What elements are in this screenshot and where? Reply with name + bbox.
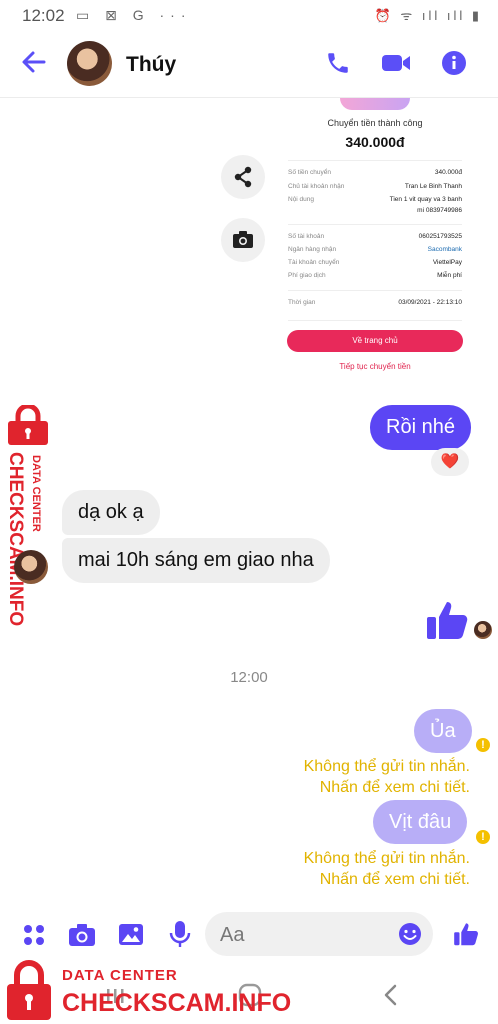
- receipt-label: Ngân hàng nhận: [288, 246, 337, 253]
- transfer-receipt-image[interactable]: Chuyển tiền thành công 340.000đ Số tiền …: [280, 98, 470, 398]
- info-icon[interactable]: [441, 50, 467, 76]
- thumbs-up-send-icon[interactable]: [453, 920, 479, 948]
- receipt-value: mi 0839749986: [417, 207, 462, 214]
- send-error-line2: Nhấn để xem chi tiết.: [319, 779, 470, 796]
- receipt-label: Phí giao dịch: [288, 272, 326, 279]
- receipt-decoration: [340, 98, 410, 110]
- back-arrow-icon[interactable]: [20, 48, 48, 76]
- status-time: 12:02: [22, 6, 65, 25]
- contact-avatar[interactable]: [67, 41, 112, 86]
- heart-icon: ❤️: [440, 453, 460, 470]
- receipt-value: Tien 1 vit quay va 3 banh: [389, 196, 462, 203]
- receipt-row: Số tài khoản 060251793525: [288, 233, 462, 243]
- status-bar: 12:02 ▭ ⊠ G ··· ⏰ ᯤ ıll ıll ▮: [0, 0, 498, 30]
- watermark-bottom-label: DATA CENTER: [62, 967, 178, 984]
- message-bubble-failed[interactable]: Ủa: [414, 709, 472, 753]
- heart-reaction[interactable]: ❤️: [431, 448, 469, 476]
- watermark-side-brand: CHECKSCAM.INFO: [5, 452, 26, 627]
- receipt-row: mi 0839749986: [288, 207, 462, 217]
- receipt-value: ViettelPay: [432, 259, 462, 266]
- video-call-icon[interactable]: [380, 50, 412, 76]
- receipt-label: Số tài khoản: [288, 233, 325, 240]
- save-image-button[interactable]: [221, 218, 265, 262]
- error-icon[interactable]: !: [476, 738, 490, 752]
- receipt-label: Số tiền chuyển: [288, 169, 332, 176]
- receipt-value: 340.000đ: [434, 169, 462, 176]
- receipt-row: Thời gian 03/09/2021 - 22:13:10: [288, 299, 462, 309]
- send-error-text[interactable]: Không thể gửi tin nhắn. Nhấn để xem chi …: [304, 848, 470, 890]
- contact-avatar-small[interactable]: [14, 550, 48, 584]
- like-sticker[interactable]: [425, 598, 469, 642]
- emoji-icon[interactable]: [398, 922, 422, 946]
- thumbs-up-icon: [427, 602, 468, 639]
- camera-icon: [233, 231, 253, 248]
- receipt-label: Nội dung: [288, 196, 315, 203]
- receipt-home-button: Về trang chủ: [287, 330, 463, 352]
- watermark-lock-icon: [4, 403, 52, 445]
- read-receipt-avatar: [474, 621, 492, 639]
- message-input-placeholder: Aa: [220, 924, 245, 946]
- status-app-icons: ▭ ⊠ G ···: [76, 7, 192, 23]
- send-error-line2: Nhấn để xem chi tiết.: [319, 871, 470, 888]
- phone-call-icon[interactable]: [325, 50, 351, 76]
- watermark-bottom-brand: CHECKSCAM.INFO: [62, 989, 292, 1017]
- camera-icon[interactable]: [68, 922, 96, 948]
- receipt-value: 03/09/2021 - 22:13:10: [398, 299, 462, 306]
- message-bubble-incoming[interactable]: dạ ok ạ: [62, 490, 160, 535]
- receipt-value: Miễn phí: [437, 272, 462, 279]
- receipt-label: Thời gian: [288, 299, 316, 306]
- receipt-value: 060251793525: [418, 233, 462, 240]
- receipt-row: Nội dung Tien 1 vit quay va 3 banh: [288, 196, 462, 206]
- receipt-divider: [288, 160, 462, 161]
- receipt-label: Tài khoản chuyển: [288, 259, 340, 266]
- send-error-line1: Không thể gửi tin nhắn.: [303, 758, 470, 775]
- receipt-status: Chuyển tiền thành công: [327, 118, 423, 128]
- microphone-icon[interactable]: [168, 920, 192, 950]
- share-icon: [234, 166, 252, 188]
- receipt-label: Chủ tài khoản nhận: [288, 183, 345, 190]
- error-icon[interactable]: !: [476, 830, 490, 844]
- receipt-divider: [288, 320, 462, 321]
- receipt-value: Tran Le Binh Thanh: [404, 183, 462, 190]
- receipt-divider: [288, 290, 462, 291]
- receipt-row: Tài khoản chuyển ViettelPay: [288, 259, 462, 269]
- message-bubble-outgoing[interactable]: Rồi nhé: [370, 405, 471, 450]
- receipt-row: Chủ tài khoản nhận Tran Le Binh Thanh: [288, 183, 462, 193]
- receipt-row: Ngân hàng nhận Sacombank: [288, 246, 462, 256]
- status-system-icons: ⏰ ᯤ ıll ıll ▮: [374, 8, 482, 23]
- contact-name[interactable]: Thúy: [126, 53, 176, 77]
- send-error-text[interactable]: Không thể gửi tin nhắn. Nhấn để xem chi …: [304, 756, 470, 798]
- receipt-row: Phí giao dịch Miễn phí: [288, 272, 462, 282]
- receipt-value: Sacombank: [427, 246, 462, 253]
- chat-timestamp: 12:00: [230, 669, 268, 686]
- more-actions-icon[interactable]: [22, 923, 46, 947]
- back-nav-icon[interactable]: [380, 983, 402, 1007]
- message-bubble-failed[interactable]: Vịt đâu: [373, 800, 468, 844]
- receipt-continue-link: Tiếp tục chuyển tiền: [339, 362, 411, 371]
- share-button[interactable]: [221, 155, 265, 199]
- watermark-side-label: DATA CENTER: [30, 455, 42, 532]
- receipt-amount: 340.000đ: [345, 134, 405, 150]
- gallery-icon[interactable]: [118, 922, 144, 948]
- message-bubble-incoming[interactable]: mai 10h sáng em giao nha: [62, 538, 330, 583]
- send-error-line1: Không thể gửi tin nhắn.: [303, 850, 470, 867]
- receipt-row: Số tiền chuyển 340.000đ: [288, 169, 462, 179]
- receipt-divider: [288, 224, 462, 225]
- watermark-bottom-lock-icon: [4, 958, 54, 1022]
